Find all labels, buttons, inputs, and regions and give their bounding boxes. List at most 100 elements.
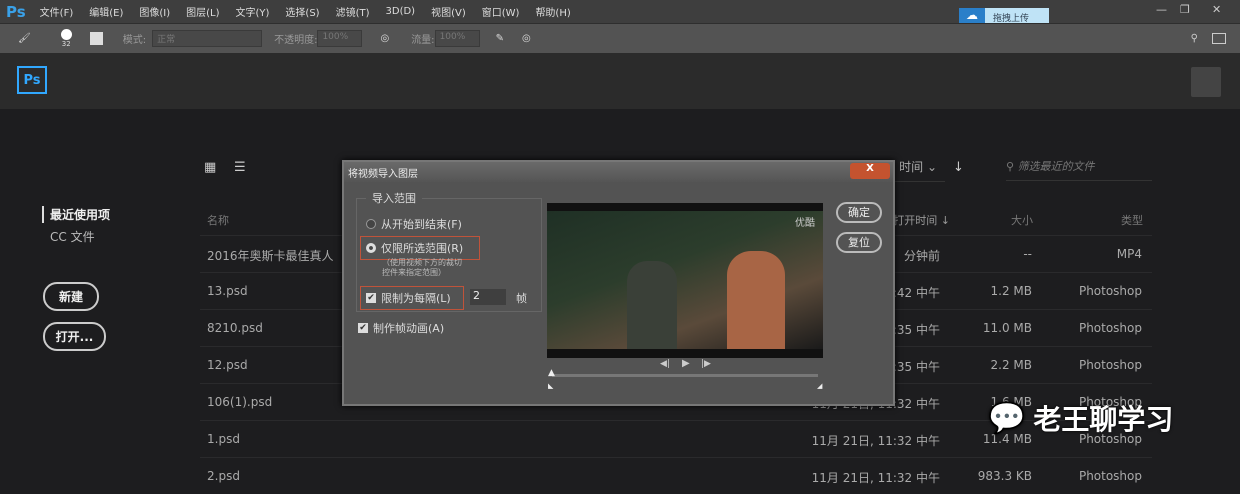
radio-icon	[366, 243, 376, 253]
file-size: 1.2 MB	[990, 284, 1032, 298]
sort-direction-icon[interactable]: ↓	[953, 160, 964, 175]
menu-3d[interactable]: 3D(D)	[386, 6, 416, 17]
filter-placeholder: 筛选最近的文件	[1017, 160, 1095, 173]
workspace-icon[interactable]	[1212, 33, 1226, 44]
menu-image[interactable]: 图像(I)	[139, 4, 170, 19]
frames-unit: 帧	[516, 292, 527, 305]
filter-input[interactable]: ⚲ 筛选最近的文件	[1006, 158, 1152, 181]
file-date: 11月 21日, 11:32 中午	[811, 434, 940, 448]
video-watermark: 优酷	[795, 218, 815, 229]
file-name: 2016年奥斯卡最佳真人	[207, 249, 334, 263]
timeline-slider[interactable]	[552, 374, 818, 377]
col-name[interactable]: 名称	[207, 212, 229, 228]
person-left	[627, 261, 677, 349]
radio-selected-label: 仅限所选范围(R)	[381, 242, 464, 255]
next-frame-button[interactable]: |▶	[701, 359, 711, 369]
sidebar-item-recent[interactable]: 最近使用项	[42, 206, 110, 223]
checkbox-icon: ✔	[358, 323, 368, 333]
person-right	[727, 251, 785, 349]
sidebar-item-cc-files[interactable]: CC 文件	[50, 228, 95, 245]
file-name: 12.psd	[207, 358, 248, 372]
menu-view[interactable]: 视图(V)	[431, 4, 466, 19]
range-hint: （使用视频下方的裁切 控件来指定范围）	[382, 258, 462, 277]
dialog-close-button[interactable]: X	[850, 163, 890, 179]
menu-edit[interactable]: 编辑(E)	[89, 4, 123, 19]
prev-frame-button[interactable]: ◀|	[660, 359, 670, 369]
watermark-text: 老王聊学习	[1033, 403, 1174, 436]
menu-bar: Ps 文件(F) 编辑(E) 图像(I) 图层(L) 文字(Y) 选择(S) 滤…	[0, 0, 1240, 23]
file-type: Photoshop	[1078, 284, 1142, 298]
limit-checkbox[interactable]: ✔ 限制为每隔(L)	[360, 286, 464, 310]
col-date[interactable]: 打开时间 ↓	[893, 212, 950, 228]
file-size: --	[1023, 247, 1032, 261]
file-size: 11.0 MB	[982, 321, 1032, 335]
mode-select[interactable]: 正常	[152, 30, 263, 47]
account-avatar[interactable]	[1191, 67, 1221, 97]
limit-label: 限制为每隔(L)	[381, 292, 451, 305]
file-type: Photoshop	[1078, 469, 1142, 483]
file-name: 2.psd	[207, 469, 240, 483]
new-button[interactable]: 新建	[43, 282, 99, 311]
video-preview: 优酷	[547, 203, 823, 358]
trim-start-handle[interactable]: ◣	[548, 382, 553, 390]
menu-file[interactable]: 文件(F)	[40, 4, 74, 19]
col-type[interactable]: 类型	[1121, 212, 1143, 228]
opacity-input[interactable]: 100%	[317, 30, 363, 47]
file-type: Photoshop	[1078, 358, 1142, 372]
list-view-icon[interactable]: ☰	[234, 160, 246, 175]
file-name: 106(1).psd	[207, 395, 273, 409]
close-window-button[interactable]: ✕	[1212, 3, 1221, 16]
mode-label: 模式:	[122, 35, 147, 46]
file-date: 分钟前	[903, 249, 940, 263]
import-video-dialog: 将视频导入图层 X 导入范围 从开始到结束(F) 仅限所选范围(R) （使用视频…	[342, 160, 895, 406]
brush-preset-picker[interactable]: 32	[60, 29, 72, 48]
grid-view-icon[interactable]: ▦	[204, 160, 216, 175]
playhead-handle[interactable]: ▲	[548, 368, 555, 378]
search-icon[interactable]: ⚲	[1191, 33, 1198, 44]
limit-input[interactable]: 2	[470, 289, 506, 305]
flow-input[interactable]: 100%	[434, 30, 480, 47]
file-type: Photoshop	[1078, 321, 1142, 335]
brush-dot-icon	[60, 29, 72, 40]
menu-select[interactable]: 选择(S)	[285, 4, 319, 19]
open-button[interactable]: 打开...	[43, 322, 106, 351]
file-size: 2.2 MB	[990, 358, 1032, 372]
file-name: 8210.psd	[207, 321, 263, 335]
file-date: 11月 21日, 11:32 中午	[811, 471, 940, 485]
pressure-opacity-icon[interactable]: ◎	[380, 33, 389, 44]
trim-end-handle[interactable]: ◢	[817, 382, 822, 390]
ok-button[interactable]: 确定	[836, 202, 882, 223]
animation-label: 制作帧动画(A)	[373, 322, 445, 335]
play-button[interactable]: ▶	[682, 358, 690, 369]
checkbox-icon: ✔	[366, 293, 376, 303]
airbrush-icon[interactable]: ✎	[496, 33, 504, 44]
col-size[interactable]: 大小	[1011, 212, 1033, 228]
restore-button[interactable]: ❐	[1180, 3, 1190, 16]
menu-filter[interactable]: 滤镜(T)	[336, 4, 370, 19]
wechat-icon: 💬	[988, 400, 1026, 436]
menu-help[interactable]: 帮助(H)	[535, 4, 570, 19]
opacity-label: 不透明度:	[274, 35, 318, 46]
import-range-label: 导入范围	[366, 190, 422, 206]
radio-icon	[366, 219, 376, 229]
flow-label: 流量:	[411, 35, 435, 46]
options-bar: 🖌 32 模式: 正常 不透明度: 100% ◎ 流量: 100% ✎ ◎ ⚲	[0, 23, 1240, 53]
minimize-button[interactable]: —	[1156, 3, 1167, 16]
radio-selected[interactable]: 仅限所选范围(R)	[360, 236, 480, 260]
dialog-title: 将视频导入图层	[344, 162, 893, 182]
brush-panel-icon[interactable]	[89, 32, 103, 45]
radio-all[interactable]: 从开始到结束(F)	[366, 216, 462, 232]
menu-layer[interactable]: 图层(L)	[186, 4, 219, 19]
file-row[interactable]: 2.psd 11月 21日, 11:32 中午 983.3 KB Photoshop	[200, 457, 1152, 494]
menu-type[interactable]: 文字(Y)	[236, 4, 270, 19]
ps-logo: Ps	[6, 2, 26, 21]
brush-icon[interactable]: 🖌	[18, 33, 31, 44]
radio-all-label: 从开始到结束(F)	[381, 218, 462, 231]
animation-checkbox[interactable]: ✔ 制作帧动画(A)	[358, 320, 444, 336]
brush-size: 32	[61, 40, 71, 48]
file-type: MP4	[1116, 247, 1142, 261]
reset-button[interactable]: 复位	[836, 232, 882, 253]
menu-window[interactable]: 窗口(W)	[482, 4, 520, 19]
home-header	[0, 53, 1240, 109]
pressure-size-icon[interactable]: ◎	[522, 33, 531, 44]
